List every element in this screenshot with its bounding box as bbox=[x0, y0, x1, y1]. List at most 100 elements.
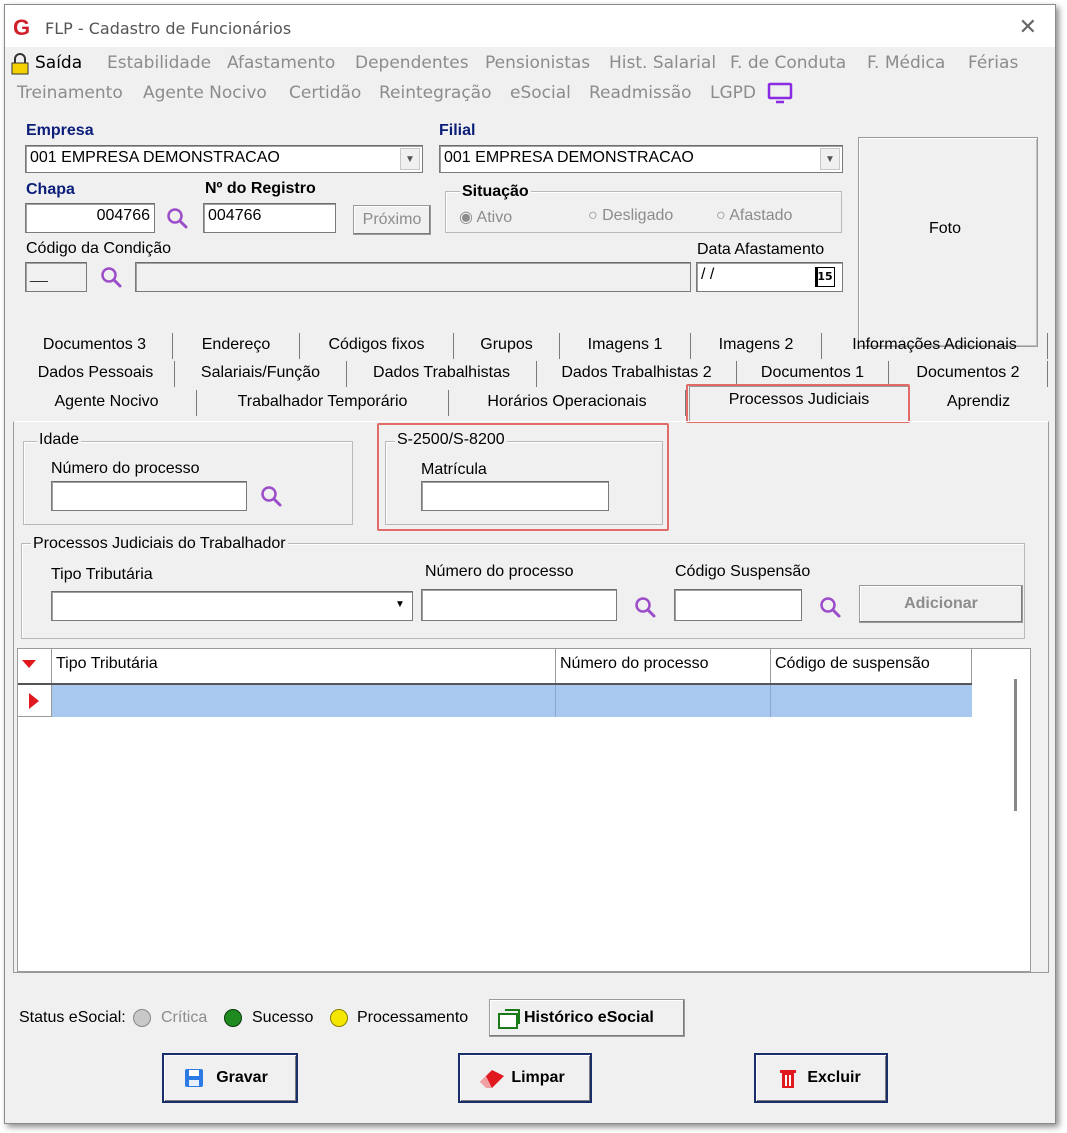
excluir-button[interactable]: Excluir bbox=[755, 1054, 887, 1102]
data-afastamento-label: Data Afastamento bbox=[697, 241, 825, 258]
limpar-button[interactable]: Limpar bbox=[459, 1054, 591, 1102]
registro-label: Nº do Registro bbox=[205, 180, 316, 197]
filial-select[interactable]: 001 EMPRESA DEMONSTRACAO ▼ bbox=[439, 145, 843, 173]
save-icon bbox=[185, 1069, 203, 1087]
search-icon[interactable] bbox=[165, 206, 189, 230]
monitor-icon[interactable] bbox=[767, 82, 793, 104]
idade-numero-field[interactable] bbox=[51, 481, 247, 511]
processos-grid[interactable]: Tipo Tributária Número do processo Códig… bbox=[17, 648, 1031, 972]
tab-aprendiz[interactable]: Aprendiz bbox=[909, 390, 1048, 416]
idade-numero-label: Número do processo bbox=[51, 460, 200, 477]
search-icon[interactable] bbox=[99, 265, 123, 289]
window-title: FLP - Cadastro de Funcionários bbox=[45, 19, 292, 38]
menu-treinamento[interactable]: Treinamento bbox=[17, 83, 123, 103]
menu-hist-salarial[interactable]: Hist. Salarial bbox=[609, 53, 716, 73]
tab-documentos-3[interactable]: Documentos 3 bbox=[17, 333, 173, 359]
registro-field[interactable]: 004766 bbox=[203, 203, 336, 233]
vertical-scrollbar[interactable] bbox=[1014, 679, 1017, 811]
menu-ferias[interactable]: Férias bbox=[968, 53, 1018, 73]
table-row[interactable] bbox=[18, 685, 972, 717]
codigo-suspensao-field[interactable] bbox=[674, 589, 802, 621]
tab-codigos-fixos[interactable]: Códigos fixos bbox=[300, 333, 454, 359]
tab-horarios-operacionais[interactable]: Horários Operacionais bbox=[449, 390, 686, 416]
proc-numero-field[interactable] bbox=[421, 589, 617, 621]
chevron-down-icon[interactable]: ▼ bbox=[820, 148, 840, 170]
empresa-value: 001 EMPRESA DEMONSTRACAO bbox=[30, 149, 280, 166]
search-icon[interactable] bbox=[633, 595, 657, 619]
menu-certidao[interactable]: Certidão bbox=[289, 83, 361, 103]
processos-title: Processos Judiciais do Trabalhador bbox=[31, 535, 288, 553]
situacao-title: Situação bbox=[460, 183, 531, 201]
grid-indicator-col[interactable] bbox=[18, 649, 52, 683]
condicao-code-field[interactable]: __ bbox=[25, 262, 87, 292]
proximo-button[interactable]: Próximo bbox=[353, 205, 431, 235]
search-icon[interactable] bbox=[818, 595, 842, 619]
data-afastamento-value: / / bbox=[701, 266, 715, 283]
tab-grupos[interactable]: Grupos bbox=[454, 333, 560, 359]
app-logo-icon: G bbox=[13, 15, 31, 40]
current-row-icon bbox=[29, 693, 39, 709]
row-cell-codigo[interactable] bbox=[771, 685, 972, 717]
row-indicator bbox=[18, 685, 52, 717]
photo-frame[interactable] bbox=[858, 137, 1038, 347]
menu-f-conduta[interactable]: F. de Conduta bbox=[730, 53, 846, 73]
condicao-label: Código da Condição bbox=[26, 240, 171, 257]
tipo-tributaria-label: Tipo Tributária bbox=[51, 566, 153, 583]
lock-icon bbox=[11, 53, 29, 75]
chevron-down-icon[interactable]: ▼ bbox=[390, 594, 410, 618]
proximo-button-label: Próximo bbox=[362, 211, 422, 228]
menu-pensionistas[interactable]: Pensionistas bbox=[485, 53, 590, 73]
menu-saida[interactable]: Saída bbox=[35, 53, 82, 73]
proc-numero-label: Número do processo bbox=[425, 563, 574, 580]
idade-title: Idade bbox=[37, 431, 82, 449]
tab-documentos-2[interactable]: Documentos 2 bbox=[889, 361, 1048, 387]
empresa-label: Empresa bbox=[26, 122, 94, 139]
chevron-down-icon[interactable]: ▼ bbox=[400, 148, 420, 170]
menu-readmissao[interactable]: Readmissão bbox=[589, 83, 692, 103]
row-cell-numero[interactable] bbox=[556, 685, 771, 717]
tab-dados-trabalhistas[interactable]: Dados Trabalhistas bbox=[347, 361, 537, 387]
menu-lgpd[interactable]: LGPD bbox=[710, 83, 756, 103]
critica-status-icon bbox=[133, 1009, 151, 1027]
tab-endereco[interactable]: Endereço bbox=[173, 333, 300, 359]
radio-afastado[interactable]: ○ Afastado bbox=[716, 207, 792, 225]
grid-header: Tipo Tributária Número do processo Códig… bbox=[18, 649, 972, 685]
historico-esocial-label: Histórico eSocial bbox=[524, 1009, 654, 1026]
menu-esocial[interactable]: eSocial bbox=[510, 83, 571, 103]
tab-trabalhador-temporario[interactable]: Trabalhador Temporário bbox=[197, 390, 449, 416]
tab-dados-pessoais[interactable]: Dados Pessoais bbox=[17, 361, 175, 387]
menu-f-medica[interactable]: F. Médica bbox=[867, 53, 945, 73]
radio-desligado[interactable]: ○ Desligado bbox=[588, 207, 673, 225]
tipo-tributaria-select[interactable]: ▼ bbox=[51, 591, 413, 621]
radio-desligado-label: Desligado bbox=[602, 207, 674, 224]
sucesso-status-icon bbox=[224, 1009, 242, 1027]
adicionar-button[interactable]: Adicionar bbox=[859, 585, 1023, 623]
sort-down-icon bbox=[22, 660, 36, 668]
history-icon bbox=[498, 1009, 520, 1029]
trash-icon bbox=[780, 1070, 796, 1088]
grid-col-numero[interactable]: Número do processo bbox=[556, 649, 771, 683]
menu-afastamento[interactable]: Afastamento bbox=[227, 53, 335, 73]
tab-agente-nocivo[interactable]: Agente Nocivo bbox=[17, 390, 197, 416]
filial-value: 001 EMPRESA DEMONSTRACAO bbox=[444, 149, 694, 166]
radio-ativo[interactable]: ◉ Ativo bbox=[459, 207, 512, 227]
historico-esocial-button[interactable]: Histórico eSocial bbox=[489, 999, 685, 1037]
menu-reintegracao[interactable]: Reintegração bbox=[379, 83, 492, 103]
empresa-select[interactable]: 001 EMPRESA DEMONSTRACAO ▼ bbox=[25, 145, 423, 173]
menu-agente-nocivo[interactable]: Agente Nocivo bbox=[143, 83, 267, 103]
search-icon[interactable] bbox=[259, 484, 283, 508]
tab-imagens-2[interactable]: Imagens 2 bbox=[691, 333, 822, 359]
grid-col-tipo[interactable]: Tipo Tributária bbox=[52, 649, 556, 683]
tab-informacoes-adicionais[interactable]: Informações Adicionais bbox=[822, 333, 1048, 359]
grid-col-codigo[interactable]: Código de suspensão bbox=[771, 649, 972, 683]
calendar-icon[interactable]: 15 bbox=[815, 267, 835, 287]
tab-imagens-1[interactable]: Imagens 1 bbox=[560, 333, 691, 359]
close-icon[interactable]: ✕ bbox=[1019, 15, 1037, 40]
menu-estabilidade[interactable]: Estabilidade bbox=[107, 53, 211, 73]
tab-salariais-funcao[interactable]: Salariais/Função bbox=[175, 361, 347, 387]
gravar-button[interactable]: Gravar bbox=[163, 1054, 297, 1102]
chapa-field[interactable]: 004766 bbox=[25, 203, 155, 233]
chapa-label: Chapa bbox=[26, 181, 75, 198]
menu-dependentes[interactable]: Dependentes bbox=[355, 53, 469, 73]
row-cell-tipo[interactable] bbox=[52, 685, 556, 717]
